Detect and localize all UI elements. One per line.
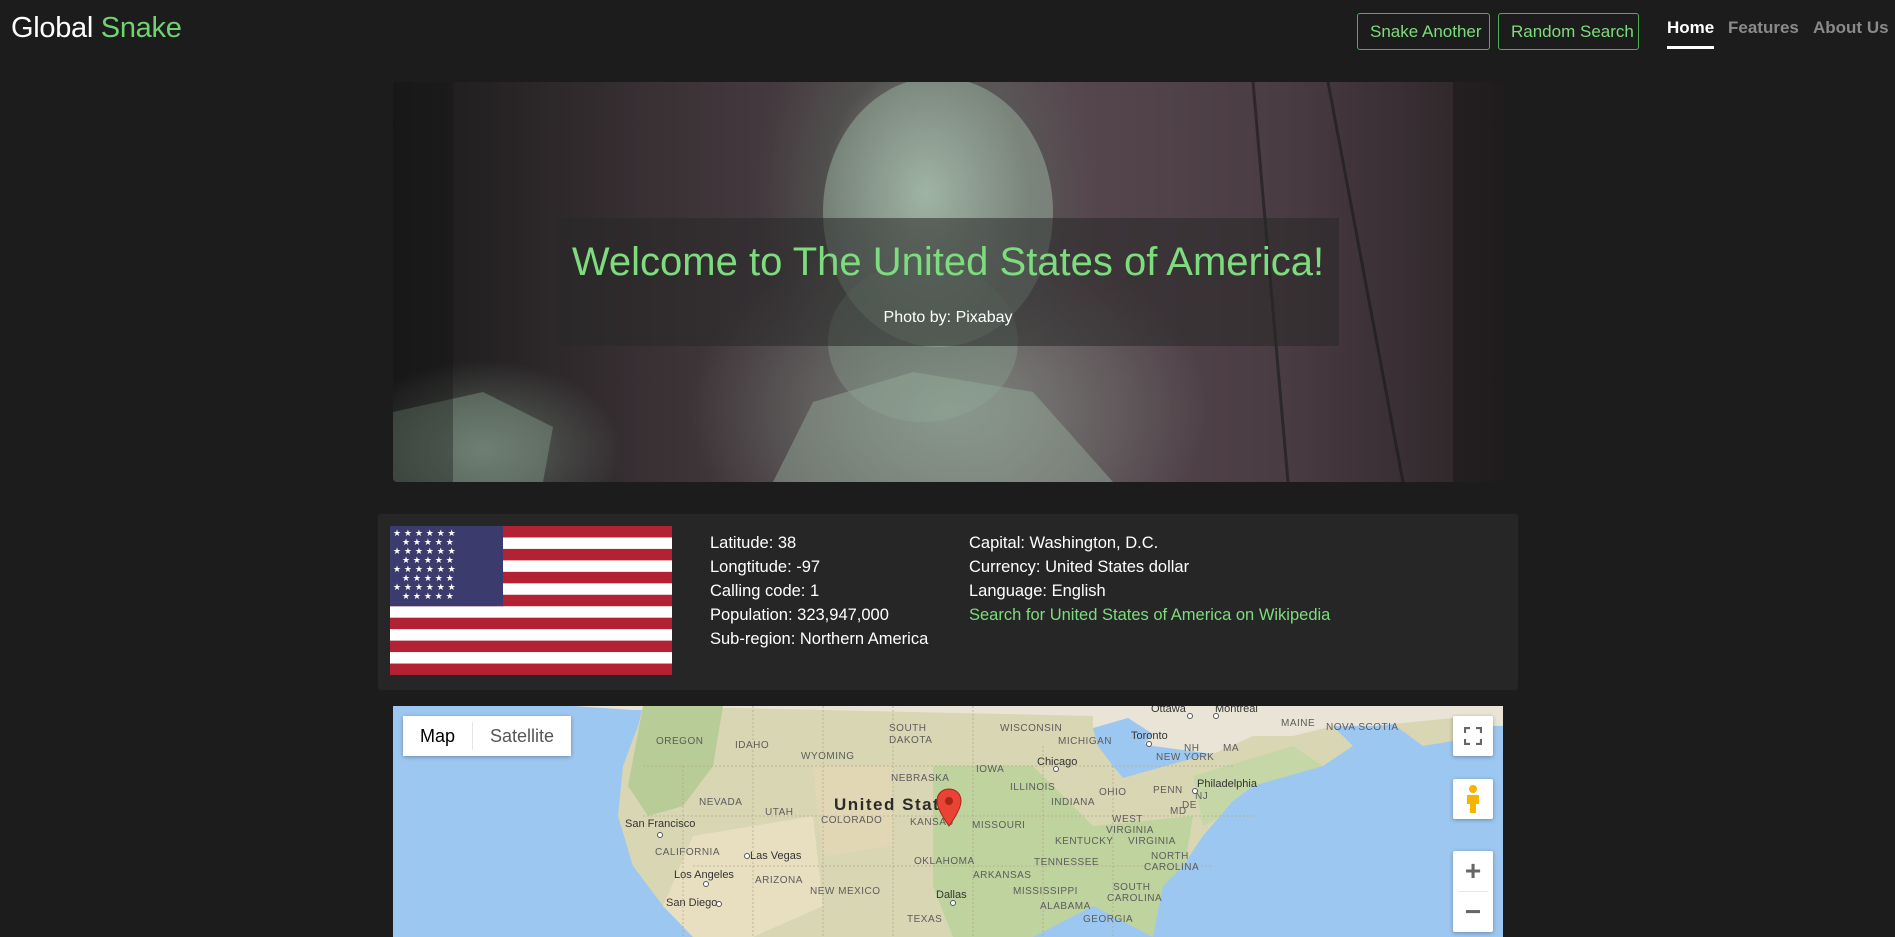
street-view-button[interactable] xyxy=(1453,779,1493,819)
brand-logo[interactable]: Global Snake xyxy=(11,12,182,45)
nav-link-about-us[interactable]: About Us xyxy=(1813,18,1889,38)
zoom-control: + − xyxy=(1453,851,1493,932)
zoom-out-button[interactable]: − xyxy=(1453,892,1493,932)
sub-region-value: Sub-region: Northern America xyxy=(710,630,929,648)
navbar: Global Snake Snake Another Random Search… xyxy=(0,0,1895,62)
language-value: Language: English xyxy=(969,582,1106,600)
country-details-list: Capital: Washington, D.C. Currency: Unit… xyxy=(969,531,1330,627)
latitude-value: Latitude: 38 xyxy=(710,534,797,552)
hero-caption-box: Welcome to The United States of America!… xyxy=(557,218,1339,346)
map-type-satellite-button[interactable]: Satellite xyxy=(473,716,572,756)
nav-link-features[interactable]: Features xyxy=(1728,18,1799,38)
zoom-in-button[interactable]: + xyxy=(1453,851,1493,891)
brand-text-global: Global xyxy=(11,12,94,44)
google-map[interactable]: OREGON IDAHO WYOMING SOUTH DAKOTA NEBRAS… xyxy=(393,706,1503,937)
country-stats-list: Latitude: 38 Longtitude: -97 Calling cod… xyxy=(710,531,928,651)
pegman-icon xyxy=(1467,785,1479,813)
fullscreen-icon xyxy=(1464,727,1482,745)
random-search-button[interactable]: Random Search xyxy=(1498,13,1639,50)
calling-code-value: Calling code: 1 xyxy=(710,582,820,600)
map-marker-icon[interactable] xyxy=(936,788,962,828)
map-type-toggle: Map Satellite xyxy=(403,716,572,756)
svg-text:★ ★ ★ ★ ★: ★ ★ ★ ★ ★ xyxy=(402,592,454,602)
brand-text-snake: Snake xyxy=(100,12,182,44)
nav-link-home[interactable]: Home xyxy=(1667,18,1715,49)
population-value: Population: 323,947,000 xyxy=(710,606,889,624)
photo-credit: Photo by: Pixabay xyxy=(883,309,1013,326)
fullscreen-button[interactable] xyxy=(1453,716,1493,756)
currency-value: Currency: United States dollar xyxy=(969,558,1190,576)
capital-value: Capital: Washington, D.C. xyxy=(969,534,1159,552)
hero-title: Welcome to The United States of America! xyxy=(571,240,1325,284)
us-flag-image: ★ ★ ★ ★ ★ ★ ★ ★ ★ ★ ★ ★ ★ ★ ★ ★ ★ ★ ★ ★ … xyxy=(390,526,672,675)
snake-another-button[interactable]: Snake Another xyxy=(1357,13,1490,50)
map-type-map-button[interactable]: Map xyxy=(403,716,473,756)
country-info-panel: ★ ★ ★ ★ ★ ★ ★ ★ ★ ★ ★ ★ ★ ★ ★ ★ ★ ★ ★ ★ … xyxy=(378,514,1518,690)
wikipedia-search-link[interactable]: Search for United States of America on W… xyxy=(969,606,1330,624)
longitude-value: Longtitude: -97 xyxy=(710,558,821,576)
hero-banner: Welcome to The United States of America!… xyxy=(393,82,1503,482)
